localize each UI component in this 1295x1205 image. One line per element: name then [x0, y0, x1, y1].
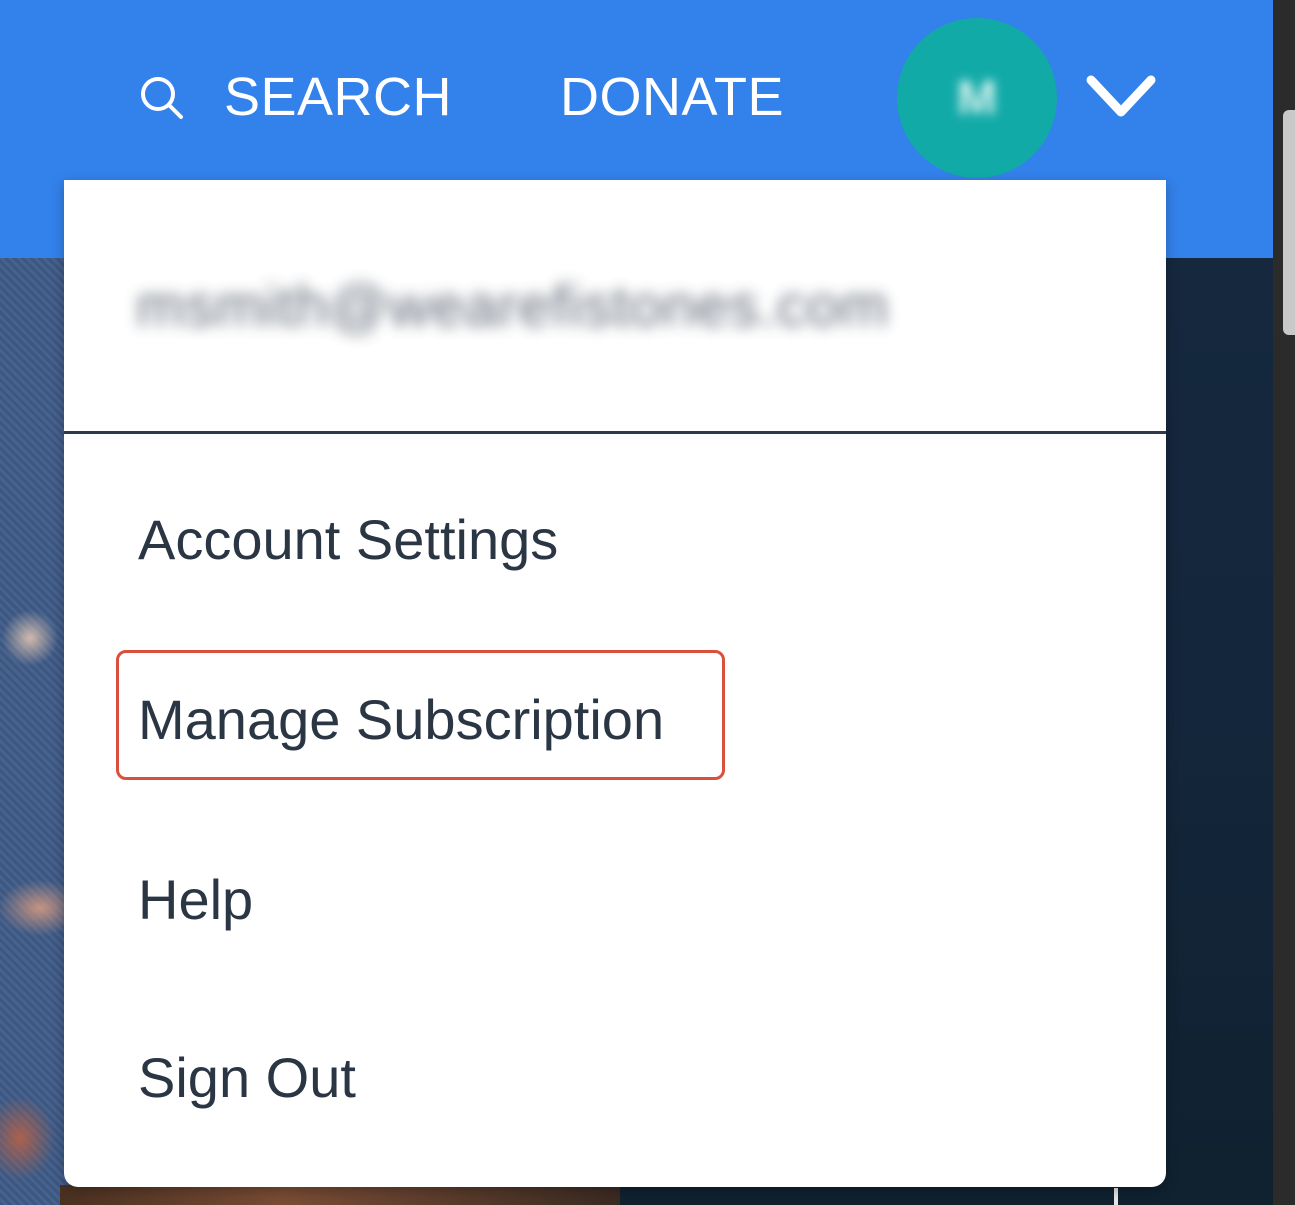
donate-link[interactable]: DONATE [560, 62, 784, 132]
menu-item-account-settings[interactable]: Account Settings [138, 500, 558, 580]
menu-item-manage-subscription[interactable]: Manage Subscription [138, 680, 664, 760]
menu-item-help[interactable]: Help [138, 860, 253, 940]
scrollbar-thumb[interactable] [1283, 110, 1295, 335]
search-icon [141, 77, 183, 119]
menu-divider [64, 431, 1166, 434]
search-label: SEARCH [224, 67, 453, 127]
chevron-down-icon[interactable] [1085, 72, 1157, 122]
account-dropdown-menu: msmith@wearefistones.com Account Setting… [64, 180, 1166, 1187]
divider [1114, 1188, 1118, 1205]
hero-image [0, 258, 70, 1205]
hero-image-bottom [60, 1185, 620, 1205]
avatar[interactable]: M [897, 18, 1057, 178]
account-email: msmith@wearefistones.com [136, 273, 890, 339]
avatar-initial: M [957, 71, 997, 125]
menu-item-sign-out[interactable]: Sign Out [138, 1038, 356, 1118]
search-button[interactable]: SEARCH [138, 62, 452, 132]
account-email-row: msmith@wearefistones.com [64, 180, 1166, 432]
